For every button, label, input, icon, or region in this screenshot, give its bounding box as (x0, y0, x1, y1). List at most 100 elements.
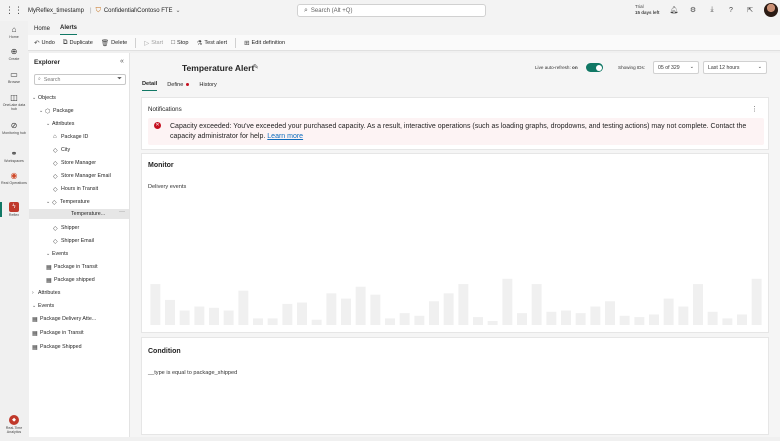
tree-item-package-id[interactable]: ⌂ Package ID (53, 132, 128, 142)
tab-home[interactable]: Home (34, 26, 50, 35)
workspace-item-name[interactable]: MyReflex_timestamp (28, 8, 84, 14)
rail-item-onelake[interactable]: ◫ OneLake data hub (0, 92, 28, 112)
tree-item-package-in-transit-root[interactable]: ▦ Package in Transit (32, 328, 128, 338)
auto-refresh-state: on (572, 65, 578, 70)
edit-definition-button[interactable]: ⊞ Edit definition (244, 39, 285, 47)
tree-item-package-shipped-root[interactable]: ▦ Package Shipped (32, 342, 128, 352)
chart-bar (311, 319, 322, 325)
sensitivity-label[interactable]: Confidential\Contoso FTE (104, 8, 173, 14)
tree-label: Package shipped (54, 277, 95, 283)
tree-label: Shipper Email (61, 238, 94, 244)
start-button[interactable]: ▷ Start (144, 39, 163, 47)
test-alert-button[interactable]: ⚗ Test alert (197, 39, 228, 47)
sensitivity-shield-icon: ⛉ (95, 6, 101, 14)
chevron-down-icon: ⌄ (757, 64, 762, 70)
tree-item-attributes-root[interactable]: › Attributes (32, 288, 128, 298)
chart-bar (399, 313, 410, 325)
more-options-icon[interactable]: ⋮ (751, 105, 758, 113)
tree-item-shipper[interactable]: ◇ Shipper (53, 223, 128, 233)
delete-button[interactable]: 🗑︎ Delete (101, 39, 127, 47)
rta-icon: ◆ (9, 415, 19, 425)
chart-bar (267, 318, 278, 325)
rail-item-reflex[interactable]: ϟ Reflex (0, 202, 28, 218)
tree-item-events[interactable]: ⌄ Events (46, 249, 128, 259)
tree-label: City (61, 147, 71, 153)
chart-bar (341, 298, 351, 325)
download-icon[interactable]: ⤓ (706, 4, 718, 16)
rail-item-workspaces[interactable]: ⚭ Workspaces (0, 148, 28, 164)
collapse-pane-icon[interactable]: « (120, 58, 124, 65)
global-search-input[interactable]: ⌕ Search (Alt +Q) (297, 4, 486, 17)
tree-item-shipper-email[interactable]: ◇ Shipper Email (53, 236, 128, 246)
copy-icon: ⧉ (62, 38, 68, 46)
filter-icon[interactable]: ⏷ (117, 76, 122, 83)
tree-item-package[interactable]: ⌄ ⬡ Package (39, 106, 128, 116)
rail-item-browse[interactable]: ▭ Browse (0, 69, 28, 85)
stop-icon: □ (171, 39, 176, 46)
tag-icon: ◇ (52, 199, 57, 206)
more-options-icon[interactable]: ··· (119, 209, 125, 215)
tree-item-hours-in-transit[interactable]: ◇ Hours in Transit (53, 184, 128, 194)
rail-item-real-operations[interactable]: ◉ Real Operations (0, 170, 28, 186)
chevron-down-icon[interactable]: ⌄ (176, 7, 181, 14)
flask-icon: ⚗ (196, 39, 203, 47)
gear-icon[interactable]: ⚙ (687, 4, 699, 16)
tab-alerts[interactable]: Alerts (60, 25, 78, 35)
tree-item-events-root[interactable]: ⌄ Events (32, 301, 128, 311)
explorer-search-input[interactable]: ⌕ Search ⏷ (34, 74, 126, 85)
tree-label: Package Shipped (40, 344, 82, 350)
auto-refresh-toggle[interactable] (586, 63, 603, 72)
chart-bar (355, 286, 366, 325)
notifications-title: Notifications (148, 106, 182, 113)
stop-label: Stop (177, 39, 189, 46)
tab-detail[interactable]: Detail (142, 81, 158, 91)
tree-item-temperature[interactable]: ⌄ ◇ Temperature (46, 197, 128, 207)
tab-history[interactable]: History (199, 81, 216, 91)
app-launcher-icon[interactable]: ⋮⋮ (0, 0, 28, 21)
bell-icon[interactable]: 🔔︎ (668, 4, 680, 16)
tree-item-objects[interactable]: ⌄ Objects (32, 93, 128, 103)
search-icon: ⌕ (38, 76, 41, 82)
learn-more-link[interactable]: Learn more (267, 133, 303, 140)
pencil-icon[interactable]: ✎ (253, 63, 259, 71)
trial-days: 15 days left (635, 10, 660, 15)
ribbon-toolbar: ↶ Undo ⧉ Duplicate 🗑︎ Delete ▷ Start □ Stop ⚗… (28, 35, 780, 51)
tree-label: Events (38, 303, 55, 309)
showing-ids-label: Showing IDs: (618, 65, 646, 70)
tree-item-store-manager[interactable]: ◇ Store Manager (53, 158, 128, 168)
rail-item-create[interactable]: ⊕ Create (0, 46, 28, 62)
chart-bar (179, 310, 190, 325)
ids-dropdown[interactable]: 05 of 329 ⌄ (653, 61, 699, 74)
tab-define[interactable]: Define (167, 81, 190, 91)
undo-button[interactable]: ↶ Undo (34, 39, 55, 47)
rail-item-real-time-analytics[interactable]: ◆ Real-Time Analytics (0, 415, 28, 434)
tree-label: Events (52, 251, 69, 257)
chart-bar (238, 290, 249, 325)
chart-bar (678, 306, 689, 325)
tree-item-store-manager-email[interactable]: ◇ Store Manager Email (53, 171, 128, 181)
rail-item-monitoring[interactable]: ⊘ Monitoring hub (0, 120, 28, 136)
avatar[interactable] (764, 3, 778, 17)
tree-label: Temperature... (71, 211, 106, 217)
tree-item-temperature-alert[interactable]: Temperature... ··· (29, 209, 129, 219)
chart-bar (370, 294, 381, 325)
tree-item-attributes[interactable]: ⌄ Attributes (46, 119, 128, 129)
tree-item-package-delivery[interactable]: ▦ Package Delivery Atte... (32, 314, 128, 324)
rail-item-home[interactable]: ⌂ Home (0, 24, 28, 40)
condition-title: Condition (148, 348, 181, 355)
time-range-dropdown[interactable]: Last 12 hours ⌄ (703, 61, 767, 74)
error-dot-icon (186, 83, 190, 86)
tree-item-city[interactable]: ◇ City (53, 145, 128, 155)
stop-button[interactable]: □ Stop (171, 39, 188, 46)
alert-tabs: Detail Define History (142, 81, 217, 91)
tab-detail-label: Detail (142, 81, 158, 87)
tree-item-package-shipped[interactable]: ▦ Package shipped (46, 275, 128, 285)
chart-bar (282, 303, 293, 325)
share-icon[interactable]: ⇱ (744, 4, 756, 16)
capacity-error-message: ✕ Capacity exceeded: You've exceeded you… (148, 118, 764, 145)
ids-value: 05 of 329 (658, 64, 680, 71)
monitor-icon: ⊘ (10, 120, 18, 130)
tree-item-package-in-transit[interactable]: ▦ Package in Transit (46, 262, 128, 272)
help-icon[interactable]: ? (725, 4, 737, 16)
duplicate-button[interactable]: ⧉ Duplicate (63, 39, 93, 47)
